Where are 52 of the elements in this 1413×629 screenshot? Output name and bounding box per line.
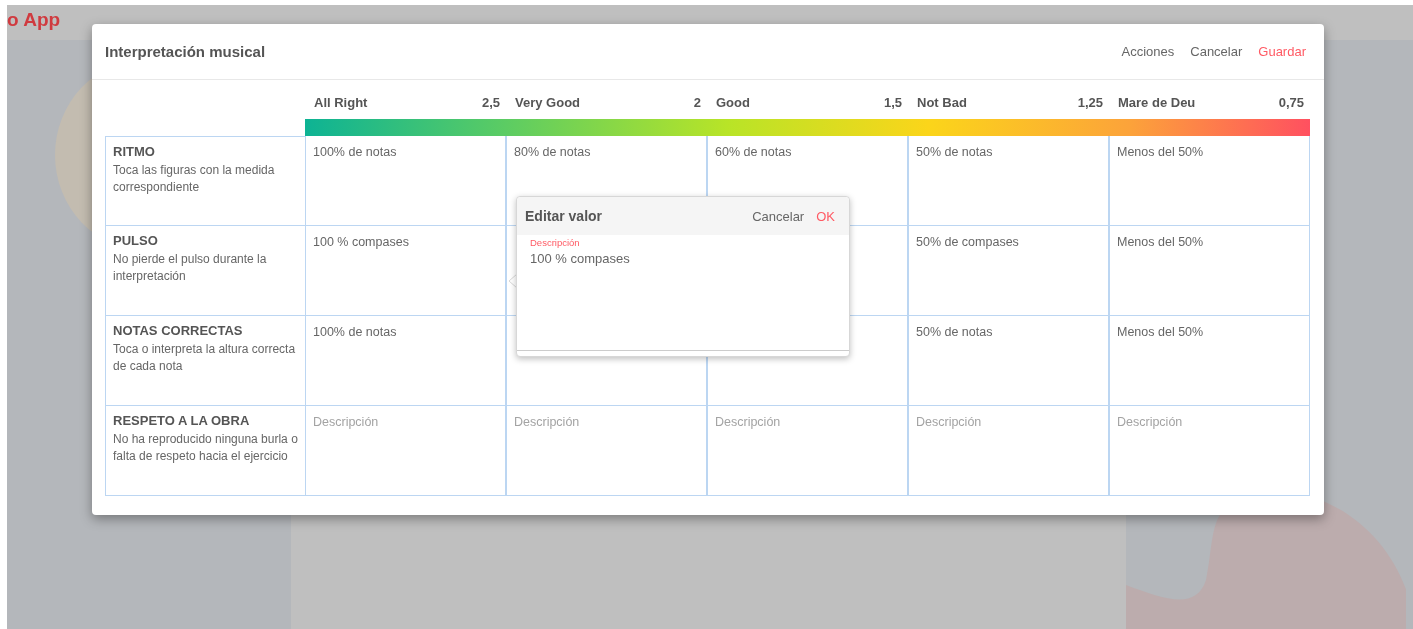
cell-placeholder: Descripción [916,415,982,429]
cell-text: 50% de compases [916,235,1019,249]
cell-text: 100% de notas [313,325,397,339]
rubric-cell[interactable]: 100 % compases [305,226,506,316]
rubric-cell[interactable]: 50% de compases [908,226,1109,316]
level-score: 1,5 [883,94,902,110]
cell-text: Menos del 50% [1117,325,1204,339]
cell-text: 100% de notas [313,145,397,159]
cell-text: Menos del 50% [1117,145,1204,159]
level-score: 0,75 [1278,94,1304,110]
cell-placeholder: Descripción [313,415,379,429]
rubric-cell[interactable]: 50% de notas [908,136,1109,226]
description-field[interactable]: 100 % compases [517,251,849,351]
criterion-name: PULSO [113,233,159,248]
rubric-cell[interactable]: 100% de notas [305,136,506,226]
criterion-description: Toca o interpreta la altura correcta de cada nota [113,341,297,375]
dialog-title: Interpretación musical [105,43,267,60]
criterion-name: NOTAS CORRECTAS [113,323,244,338]
level-score: 2 [693,94,701,110]
cell-text: 60% de notas [715,145,792,159]
popover-button[interactable]: Cancelar [752,208,805,224]
rubric-cell[interactable]: Menos del 50% [1109,226,1310,316]
cell-text: 50% de notas [916,325,993,339]
popover-title: Editar valor [525,208,604,224]
rubric-cell[interactable]: 100% de notas [305,316,506,406]
action-button[interactable]: Cancelar [1190,44,1243,59]
criterion-name: RITMO [113,144,156,159]
cell-placeholder: Descripción [514,415,580,429]
level-score: 2,5 [481,94,500,110]
rubric-cell[interactable]: Menos del 50% [1109,316,1310,406]
cell-placeholder: Descripción [1117,415,1183,429]
rubric-cell[interactable]: Menos del 50% [1109,136,1310,226]
app-title: o App [7,8,61,31]
cell-text: Menos del 50% [1117,235,1204,249]
cell-text: 50% de notas [916,145,993,159]
cell-text: 80% de notas [514,145,591,159]
level-label: Good [716,94,750,110]
criterion-description: No pierde el pulso durante la interpretación [113,251,268,285]
level-label: All Right [314,94,368,110]
criterion-name: RESPETO A LA OBRA [113,413,251,428]
rubric-cell[interactable]: 50% de notas [908,316,1109,406]
cell-text: 100 % compases [313,235,409,249]
action-button[interactable]: Guardar [1258,44,1306,59]
field-label: Descripción [530,237,581,248]
level-score: 1,25 [1077,94,1103,110]
action-button[interactable]: Acciones [1121,44,1175,59]
criterion-description: Toca las figuras con la medida correspondiente [113,162,276,196]
criterion-description: No ha reproducido ninguna burla o falta de respeto hacia el ejercicio [113,431,298,465]
level-label: Not Bad [917,94,967,110]
level-label: Mare de Deu [1118,94,1196,110]
cell-placeholder: Descripción [715,415,781,429]
level-label: Very Good [515,94,581,110]
